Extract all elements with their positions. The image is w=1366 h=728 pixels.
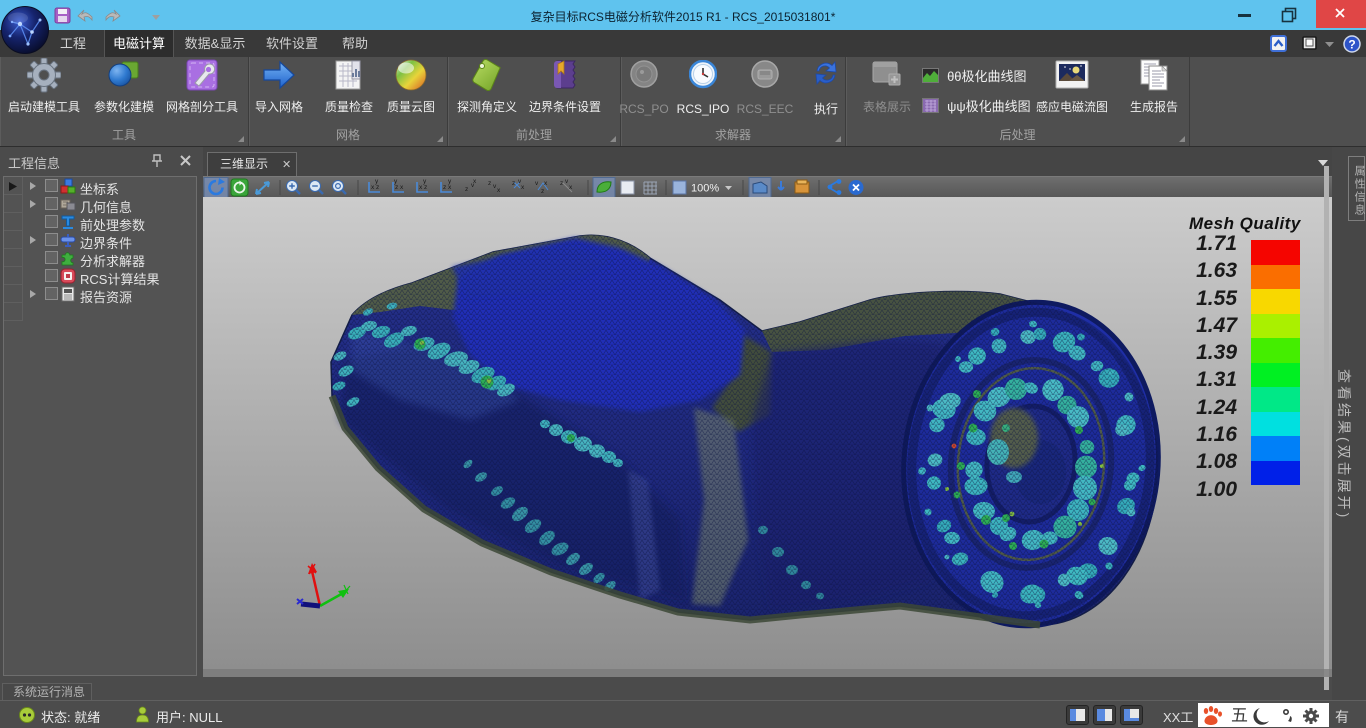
svg-text:x: x (569, 184, 573, 191)
svg-text:z: z (488, 180, 491, 187)
svg-text:x: x (497, 187, 501, 194)
svg-text:z: z (560, 180, 563, 187)
svg-text:?: ? (1348, 38, 1355, 52)
svg-text:y: y (448, 178, 452, 185)
svg-text:z x: z x (443, 184, 452, 191)
svg-text:x: x (521, 184, 525, 191)
svg-text:z: z (541, 188, 544, 195)
svg-text:v: v (535, 180, 539, 187)
svg-text:x z: x z (419, 184, 427, 191)
svg-text:100%: 100% (691, 183, 719, 195)
svg-text:x z: x z (371, 184, 379, 191)
svg-text:x: x (473, 178, 477, 185)
svg-text:x: x (544, 180, 548, 187)
svg-text:五: 五 (1231, 706, 1248, 725)
svg-text:z x: z x (395, 184, 404, 191)
svg-text:z: z (512, 180, 515, 187)
svg-text:z: z (465, 186, 468, 193)
